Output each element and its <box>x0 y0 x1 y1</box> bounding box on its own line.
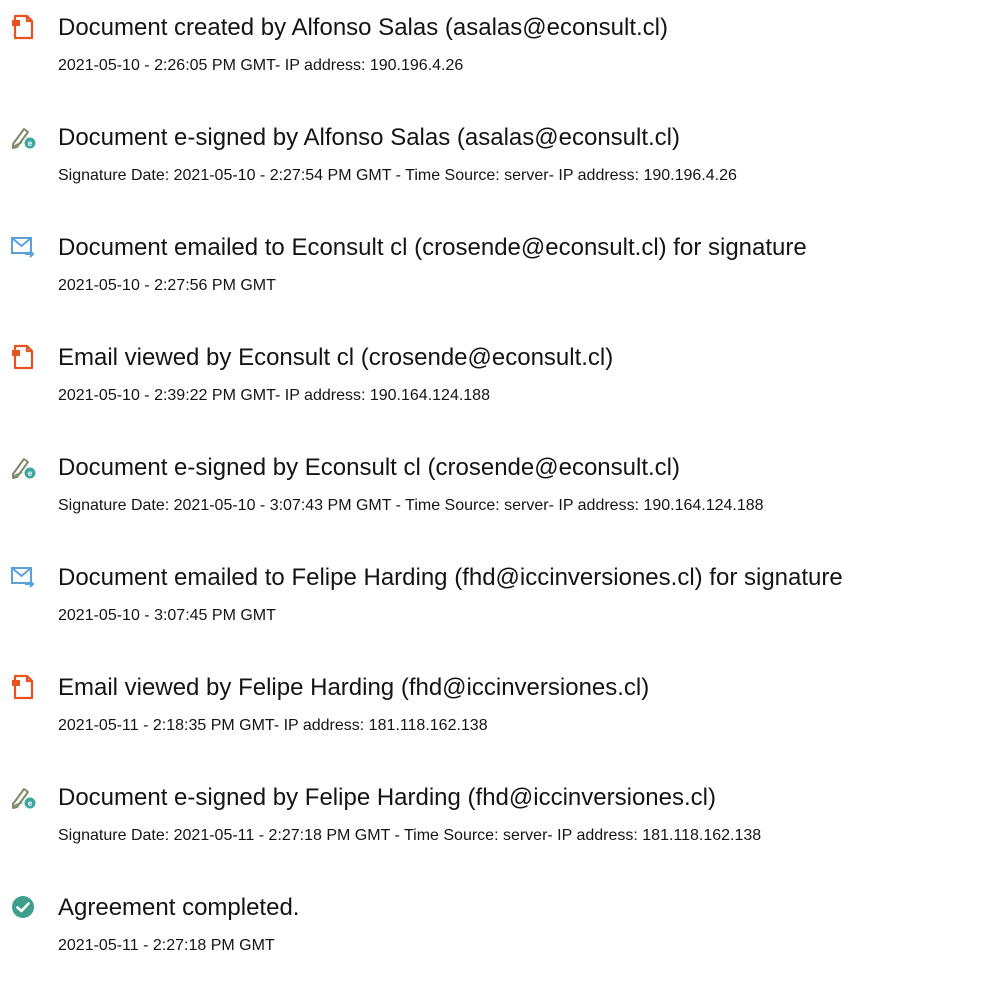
audit-entry: e Document e-signed by Econsult cl (cros… <box>0 454 1000 534</box>
audit-entry: Document created by Alfonso Salas (asala… <box>0 14 1000 94</box>
audit-entry: Document emailed to Econsult cl (crosend… <box>0 234 1000 314</box>
audit-event-detail: 2021-05-10 - 2:39:22 PM GMT- IP address:… <box>58 387 490 404</box>
audit-event-text: Document e-signed by Alfonso Salas (asal… <box>58 124 681 151</box>
email-sent-icon <box>10 234 36 260</box>
audit-event-detail: 2021-05-10 - 2:27:56 PM GMT <box>58 277 276 294</box>
document-icon <box>10 14 36 40</box>
e-sign-icon: e <box>10 784 36 810</box>
email-sent-icon <box>10 564 36 590</box>
e-sign-icon: e <box>10 124 36 150</box>
e-sign-icon: e <box>10 454 36 480</box>
document-icon <box>10 344 36 370</box>
audit-entry: Email viewed by Felipe Harding (fhd@icci… <box>0 674 1000 754</box>
audit-event-detail: Signature Date: 2021-05-10 - 3:07:43 PM … <box>58 497 764 514</box>
audit-event-text: Agreement completed. <box>58 894 300 921</box>
audit-event-text: Email viewed by Econsult cl (crosende@ec… <box>58 344 614 371</box>
audit-event-text: Document e-signed by Felipe Harding (fhd… <box>58 784 716 811</box>
svg-text:e: e <box>28 139 33 148</box>
audit-event-detail: 2021-05-10 - 2:26:05 PM GMT- IP address:… <box>58 57 464 74</box>
audit-event-detail: 2021-05-11 - 2:18:35 PM GMT- IP address:… <box>58 717 488 734</box>
audit-entry: Agreement completed. 2021-05-11 - 2:27:1… <box>0 894 1000 974</box>
audit-event-text: Document emailed to Felipe Harding (fhd@… <box>58 564 843 591</box>
audit-event-detail: Signature Date: 2021-05-10 - 2:27:54 PM … <box>58 167 737 184</box>
audit-event-detail: Signature Date: 2021-05-11 - 2:27:18 PM … <box>58 827 762 844</box>
audit-event-detail: 2021-05-11 - 2:27:18 PM GMT <box>58 937 275 954</box>
svg-text:e: e <box>28 799 33 808</box>
checkmark-circle-icon <box>10 894 36 920</box>
audit-entry: e Document e-signed by Felipe Harding (f… <box>0 784 1000 864</box>
audit-event-text: Document created by Alfonso Salas (asala… <box>58 14 668 41</box>
audit-entry: Email viewed by Econsult cl (crosende@ec… <box>0 344 1000 424</box>
audit-entry: Document emailed to Felipe Harding (fhd@… <box>0 564 1000 644</box>
audit-event-text: Document emailed to Econsult cl (crosend… <box>58 234 807 261</box>
audit-event-detail: 2021-05-10 - 3:07:45 PM GMT <box>58 607 276 624</box>
svg-text:e: e <box>28 469 33 478</box>
audit-event-text: Email viewed by Felipe Harding (fhd@icci… <box>58 674 650 701</box>
audit-entry: e Document e-signed by Alfonso Salas (as… <box>0 124 1000 204</box>
document-icon <box>10 674 36 700</box>
audit-event-text: Document e-signed by Econsult cl (crosen… <box>58 454 680 481</box>
